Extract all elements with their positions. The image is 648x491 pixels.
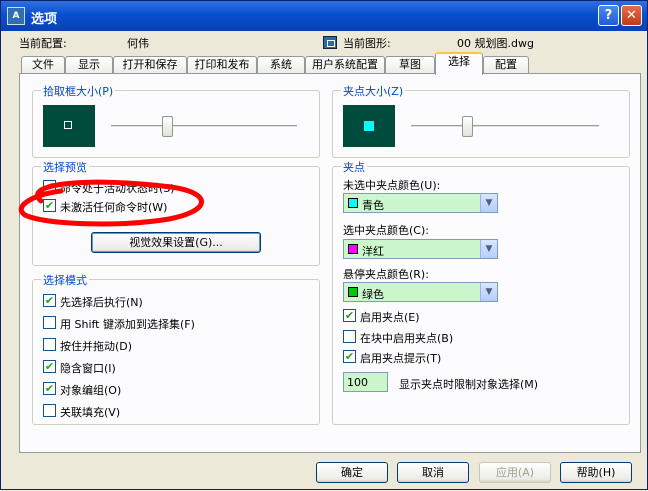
preview-when-no-command-label: 未激活任何命令时(W) <box>60 201 168 214</box>
help-button[interactable]: 帮助(H) <box>560 462 632 483</box>
chevron-down-icon[interactable]: ▼ <box>480 194 497 212</box>
press-and-drag-checkbox[interactable] <box>43 338 56 351</box>
tab-user-preferences[interactable]: 用户系统配置 <box>305 56 385 74</box>
pickbox-square-icon <box>64 121 72 129</box>
selected-grip-color-swatch <box>348 244 358 254</box>
unselected-grip-color-swatch <box>348 198 358 208</box>
enable-grips-label: 启用夹点(E) <box>360 311 420 324</box>
grip-size-group: 夹点大小(Z) <box>332 83 630 158</box>
noun-verb-selection-label: 先选择后执行(N) <box>60 296 143 309</box>
pickbox-slider-track[interactable] <box>111 125 297 128</box>
close-button[interactable]: ✕ <box>621 5 642 26</box>
drawing-icon <box>323 36 337 49</box>
grip-size-slider-thumb[interactable] <box>462 116 474 137</box>
current-drawing-label: 当前图形: <box>343 37 391 50</box>
tab-profiles[interactable]: 配置 <box>483 56 529 74</box>
title-bar[interactable]: A 选项 ? ✕ <box>1 1 647 31</box>
pickbox-size-group: 拾取框大小(P) <box>32 83 320 158</box>
preview-when-command-active-checkbox[interactable]: ✔ <box>43 180 56 193</box>
hover-grip-color-select[interactable]: 绿色 ▼ <box>343 282 498 302</box>
grip-size-preview <box>343 105 395 147</box>
grip-tips-checkbox[interactable]: ✔ <box>343 350 356 363</box>
autocad-icon: A <box>7 7 25 25</box>
hover-grip-color-label: 悬停夹点颜色(R): <box>343 268 429 281</box>
grip-limit-label: 显示夹点时限制对象选择(M) <box>399 378 539 391</box>
tab-open-save[interactable]: 打开和保存 <box>113 56 187 74</box>
cancel-button[interactable]: 取消 <box>397 462 469 483</box>
selected-grip-color-value: 洋红 <box>362 245 384 258</box>
unselected-grip-color-label: 未选中夹点颜色(U): <box>343 179 441 192</box>
pickbox-preview <box>43 105 95 147</box>
noun-verb-selection-checkbox[interactable]: ✔ <box>43 294 56 307</box>
tab-drafting[interactable]: 草图 <box>385 56 435 74</box>
tab-display[interactable]: 显示 <box>65 56 113 74</box>
tab-plot-publish[interactable]: 打印和发布 <box>187 56 257 74</box>
selection-modes-group: 选择模式 ✔ 先选择后执行(N) 用 Shift 键添加到选择集(F) 按住并拖… <box>32 272 320 425</box>
preview-when-no-command-checkbox[interactable]: ✔ <box>43 199 56 212</box>
hover-grip-color-value: 绿色 <box>362 288 384 301</box>
implied-windowing-checkbox[interactable]: ✔ <box>43 360 56 373</box>
apply-button[interactable]: 应用(A) <box>479 462 551 483</box>
grip-tips-label: 启用夹点提示(T) <box>360 352 442 365</box>
press-and-drag-label: 按住并拖动(D) <box>60 340 133 353</box>
implied-windowing-label: 隐含窗口(I) <box>60 362 116 375</box>
grip-square-icon <box>364 121 374 131</box>
preview-when-command-active-label: 命令处于活动状态时(S) <box>60 182 175 195</box>
help-title-button[interactable]: ? <box>598 5 619 26</box>
help-icon: ? <box>604 8 613 23</box>
current-config-value: 何伟 <box>127 37 149 50</box>
hover-grip-color-swatch <box>348 287 358 297</box>
selected-grip-color-select[interactable]: 洋红 ▼ <box>343 239 498 259</box>
object-grouping-checkbox[interactable]: ✔ <box>43 382 56 395</box>
shift-to-add-checkbox[interactable] <box>43 316 56 329</box>
grip-size-title: 夹点大小(Z) <box>341 83 406 99</box>
selection-preview-title: 选择预览 <box>41 159 89 175</box>
associative-hatch-checkbox[interactable] <box>43 404 56 417</box>
window-title: 选项 <box>31 12 58 27</box>
grips-title: 夹点 <box>341 159 367 175</box>
pickbox-size-title: 拾取框大小(P) <box>41 83 116 99</box>
tab-system[interactable]: 系统 <box>257 56 305 74</box>
grip-limit-input[interactable] <box>343 372 388 392</box>
pickbox-slider-thumb[interactable] <box>161 116 173 137</box>
grips-within-blocks-label: 在块中启用夹点(B) <box>360 332 454 345</box>
selection-tab-panel: 拾取框大小(P) 选择预览 ✔ 命令处于活动状态时(S) ✔ 未激活任何命令时(… <box>19 73 641 453</box>
unselected-grip-color-value: 青色 <box>362 199 384 212</box>
selection-preview-group: 选择预览 ✔ 命令处于活动状态时(S) ✔ 未激活任何命令时(W) 视觉效果设置… <box>32 159 320 266</box>
current-drawing-value: 00 规划图.dwg <box>457 37 534 50</box>
shift-to-add-label: 用 Shift 键添加到选择集(F) <box>60 318 195 331</box>
selection-modes-title: 选择模式 <box>41 272 89 288</box>
options-dialog: A 选项 ? ✕ 当前配置: 何伟 当前图形: 00 规划图.dwg 文件 显示… <box>0 0 648 490</box>
grips-within-blocks-checkbox[interactable] <box>343 330 356 343</box>
associative-hatch-label: 关联填充(V) <box>60 406 121 419</box>
ok-button[interactable]: 确定 <box>316 462 388 483</box>
object-grouping-label: 对象编组(O) <box>60 384 122 397</box>
close-icon: ✕ <box>626 8 637 23</box>
visual-effect-settings-button[interactable]: 视觉效果设置(G)... <box>91 232 261 253</box>
chevron-down-icon[interactable]: ▼ <box>480 283 497 301</box>
current-config-label: 当前配置: <box>19 37 67 50</box>
tab-selection[interactable]: 选择 <box>435 52 483 75</box>
grip-size-slider-track[interactable] <box>411 125 599 128</box>
unselected-grip-color-select[interactable]: 青色 ▼ <box>343 193 498 213</box>
chevron-down-icon[interactable]: ▼ <box>480 240 497 258</box>
selected-grip-color-label: 选中夹点颜色(C): <box>343 224 429 237</box>
enable-grips-checkbox[interactable]: ✔ <box>343 309 356 322</box>
tab-files[interactable]: 文件 <box>21 56 65 74</box>
